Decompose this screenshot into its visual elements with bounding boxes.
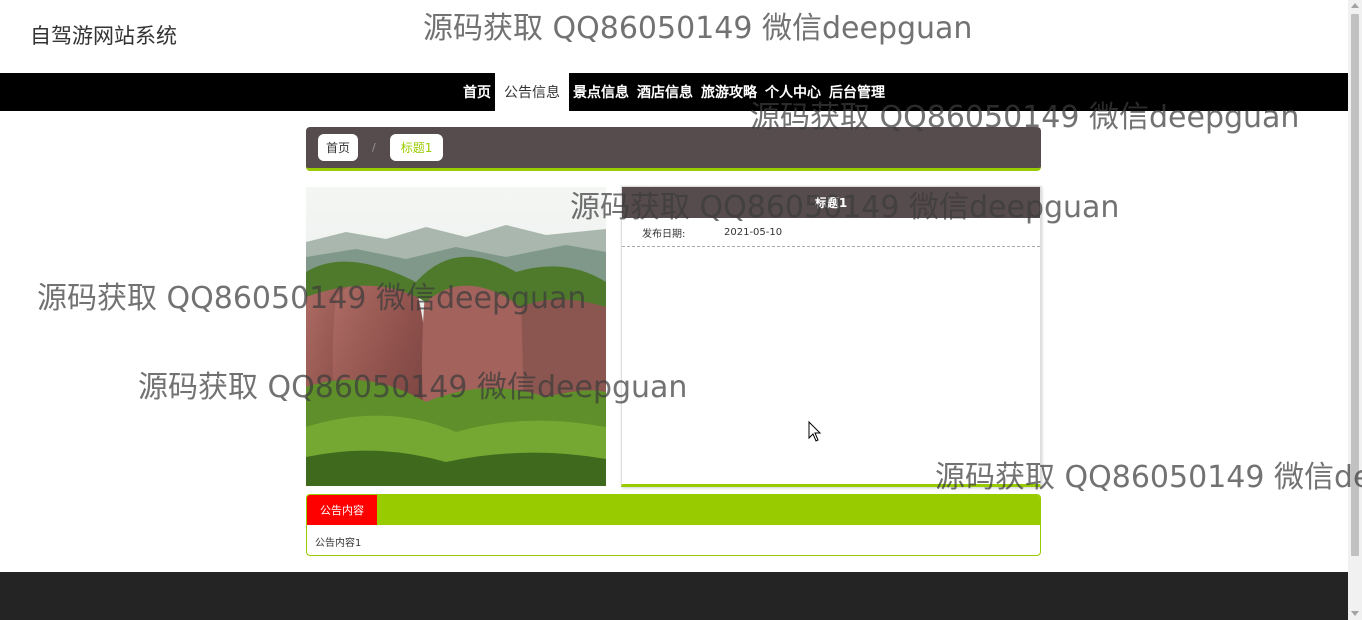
nav-item-attractions[interactable]: 景点信息 [569, 73, 633, 111]
main-nav: 首页 公告信息 景点信息 酒店信息 旅游攻略 个人中心 后台管理 [0, 73, 1348, 111]
nav-item-travel-guides[interactable]: 旅游攻略 [697, 73, 761, 111]
site-title: 自驾游网站系统 [30, 24, 177, 48]
content-body: 公告内容1 [315, 538, 362, 549]
nav-item-home[interactable]: 首页 [459, 73, 495, 111]
breadcrumb-home-link[interactable]: 首页 [318, 134, 359, 161]
publish-date-label: 发布日期: [642, 228, 686, 240]
publish-date-value: 2021-05-10 [724, 226, 783, 238]
breadcrumb-current: 标题1 [389, 134, 444, 161]
footer [0, 572, 1348, 620]
detail-title: 标题1 [622, 187, 1040, 218]
content-tab-bar: 公告内容 [307, 495, 1040, 525]
watermark-text: 源码获取 QQ86050149 微信deepguan [423, 11, 973, 46]
scenery-photo-image [306, 187, 606, 486]
announcement-content-box: 公告内容 公告内容1 [306, 494, 1041, 556]
content-tab[interactable]: 公告内容 [307, 495, 377, 525]
breadcrumb: 首页 / 标题1 [306, 127, 1041, 171]
detail-panel: 标题1 发布日期: 2021-05-10 [621, 186, 1041, 487]
nav-item-announcements[interactable]: 公告信息 [495, 73, 569, 111]
scroll-up-arrow-icon[interactable] [1351, 3, 1359, 8]
mouse-cursor-icon [808, 421, 822, 442]
nav-item-admin[interactable]: 后台管理 [825, 73, 889, 111]
page: 自驾游网站系统 首页 公告信息 景点信息 酒店信息 旅游攻略 个人中心 后台管理… [0, 0, 1362, 620]
scenery-photo [306, 187, 606, 486]
breadcrumb-separator: / [372, 141, 376, 154]
publish-date-row: 发布日期: 2021-05-10 [622, 218, 1040, 247]
scroll-down-arrow-icon[interactable] [1351, 611, 1359, 616]
nav-item-hotels[interactable]: 酒店信息 [633, 73, 697, 111]
vertical-scrollbar[interactable] [1348, 0, 1362, 620]
nav-item-user-center[interactable]: 个人中心 [761, 73, 825, 111]
scrollbar-thumb[interactable] [1351, 14, 1359, 556]
